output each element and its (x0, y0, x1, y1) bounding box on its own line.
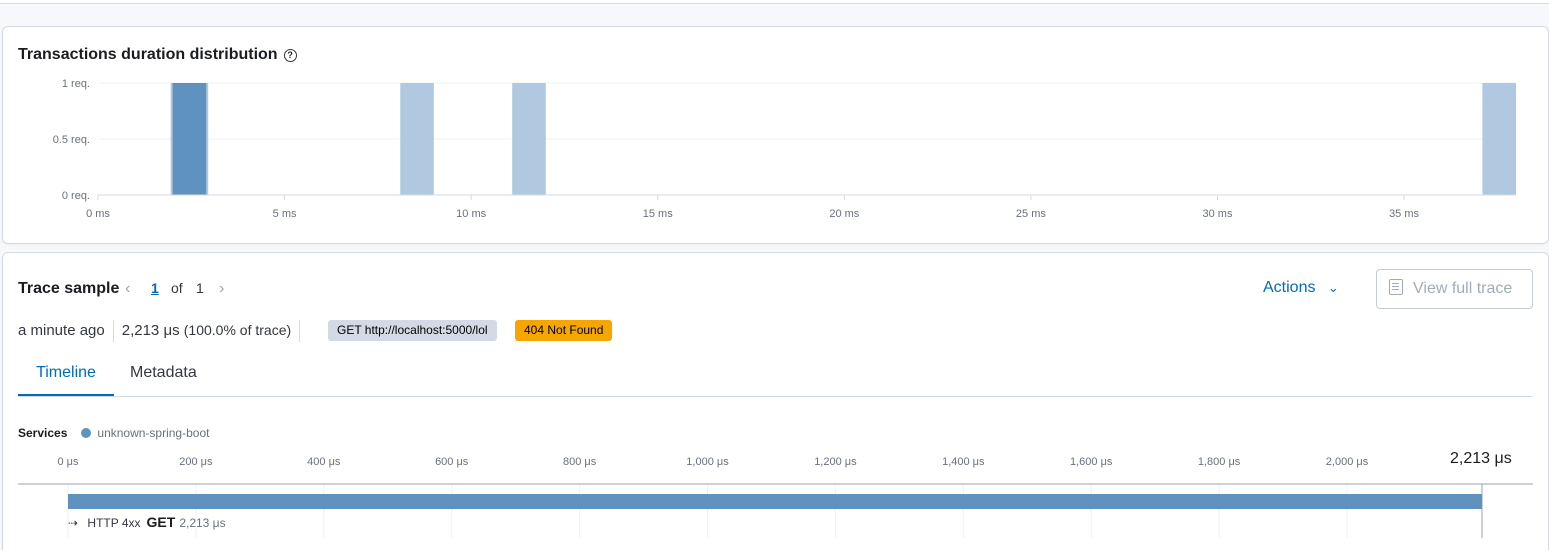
view-full-trace-label: View full trace (1413, 280, 1513, 297)
pager-of-label: of (171, 280, 183, 296)
status-badge: 404 Not Found (515, 320, 613, 341)
distribution-bar (400, 83, 434, 195)
x-tick-label: 10 ms (456, 208, 486, 220)
request-badge: GET http://localhost:5000/lol (328, 320, 497, 341)
services-legend: Services unknown-spring-boot (18, 426, 209, 440)
chevron-down-icon: ⌄ (1327, 280, 1339, 295)
timeline-tick-label: 200 μs (179, 456, 213, 468)
timeline-tick-label: 1,800 μs (1198, 456, 1241, 468)
question-circle-icon[interactable]: ? (283, 49, 297, 62)
y-tick-label: 0 req. (62, 190, 90, 202)
document-icon (1389, 279, 1403, 295)
x-tick-label: 25 ms (1016, 208, 1046, 220)
trace-duration: 2,213 μs (121, 321, 180, 339)
x-tick-label: 35 ms (1389, 208, 1419, 220)
pager-current-page[interactable]: 1 (151, 280, 159, 296)
service-name: unknown-spring-boot (97, 426, 210, 440)
distribution-bar (512, 83, 546, 195)
span-row-label[interactable]: ⇢ HTTP 4xx GET 2,213 μs (68, 514, 226, 530)
pager-total: 1 (196, 280, 204, 296)
tab-metadata[interactable]: Metadata (130, 352, 197, 396)
tab-timeline[interactable]: Timeline (18, 352, 114, 396)
trace-timestamp: a minute ago (18, 321, 105, 339)
distribution-title-text: Transactions duration distribution (18, 46, 278, 63)
distribution-bar (172, 83, 207, 195)
actions-dropdown[interactable]: Actions ⌄ (1263, 279, 1339, 297)
x-tick-label: 0 ms (86, 208, 110, 220)
x-tick-label: 20 ms (829, 208, 859, 220)
distribution-title: Transactions duration distribution? (18, 46, 297, 64)
trace-duration-percent: (100.0% of trace) (183, 321, 292, 338)
timeline-tick-label: 600 μs (435, 456, 469, 468)
distribution-bar (1482, 83, 1516, 195)
distribution-chart: 1 req. 0.5 req. 0 req. 0 ms 5 ms 10 ms 15 ms 20… (53, 78, 1516, 220)
timeline-tick-label: 1,000 μs (686, 456, 729, 468)
pager-prev-icon[interactable]: ‹ (125, 280, 130, 298)
span-bar (68, 494, 1482, 509)
trace-sample-title: Trace sample (18, 280, 120, 297)
timeline-tick-label: 2,000 μs (1326, 456, 1369, 468)
trace-tabs: Timeline Metadata (18, 352, 1533, 397)
actions-label: Actions (1263, 279, 1316, 296)
divider (299, 320, 301, 342)
service-color-dot (81, 428, 92, 438)
timeline-tick-label: 400 μs (307, 456, 341, 468)
span-name: GET (146, 514, 176, 530)
timeline-tick-label: 1,600 μs (1070, 456, 1113, 468)
x-tick-label: 5 ms (273, 208, 297, 220)
span-type: HTTP 4xx (87, 516, 141, 530)
timeline-tick-label: 800 μs (563, 456, 597, 468)
top-strip (0, 0, 1549, 4)
timeline-chart: 0 μs 200 μs 400 μs 600 μs 800 μs 1,000 μs 1,20… (18, 456, 1533, 538)
y-tick-label: 0.5 req. (53, 134, 90, 146)
timeline-tick-label: 1,400 μs (942, 456, 985, 468)
y-tick-label: 1 req. (62, 78, 90, 90)
x-tick-label: 15 ms (643, 208, 673, 220)
timeline-tick-label: 1,200 μs (814, 456, 857, 468)
span-duration: 2,213 μs (179, 516, 226, 530)
x-tick-label: 30 ms (1202, 208, 1232, 220)
exit-arrow-icon: ⇢ (68, 516, 79, 530)
timeline-tick-label: 0 μs (57, 456, 79, 468)
view-full-trace-button[interactable]: View full trace (1376, 269, 1533, 309)
services-label: Services (18, 426, 68, 440)
pager-next-icon[interactable]: › (219, 280, 224, 298)
trace-summary: a minute ago 2,213 μs (100.0% of trace) (18, 320, 308, 342)
timeline-total-duration: 2,213 μs (1450, 450, 1512, 467)
divider (112, 320, 114, 342)
